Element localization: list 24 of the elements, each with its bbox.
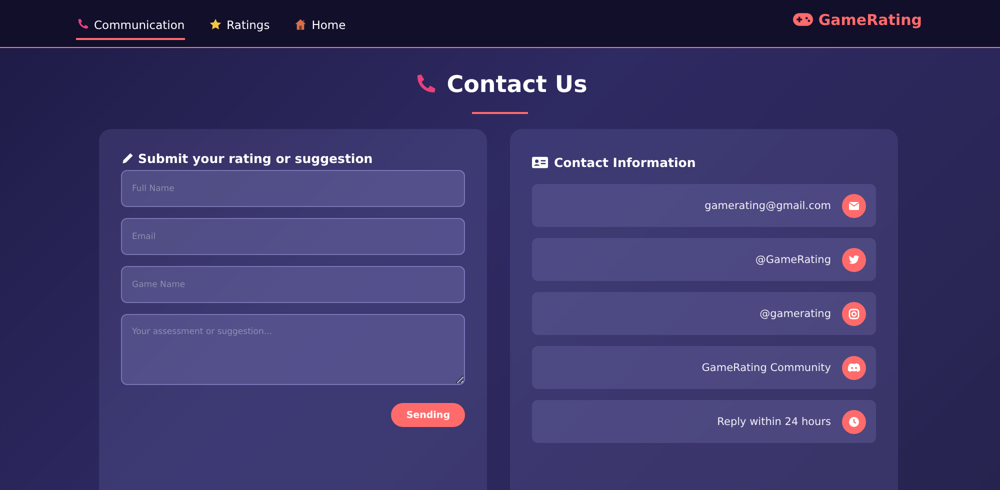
logo[interactable]: GameRating: [793, 10, 922, 28]
phone-icon: [76, 18, 89, 31]
logo-text: GameRating: [818, 10, 922, 28]
contact-text: gamerating@gmail.com: [704, 200, 831, 212]
bird-icon[interactable]: [842, 248, 866, 272]
form-title: Submit your rating or suggestion: [138, 151, 373, 166]
id-card-icon: [532, 156, 548, 169]
envelope-icon[interactable]: [842, 194, 866, 218]
camera-icon[interactable]: [842, 302, 866, 326]
nav-link[interactable]: Home: [294, 12, 346, 40]
nav-link[interactable]: Ratings: [208, 12, 270, 40]
pencil-icon: [121, 152, 134, 165]
controller-icon[interactable]: [842, 356, 866, 380]
contact-text: GameRating Community: [702, 362, 831, 374]
nav-link[interactable]: Communication: [76, 12, 185, 40]
star-icon: [208, 18, 222, 31]
clock-icon[interactable]: [842, 410, 866, 434]
gamepad-icon: [793, 13, 814, 26]
contact-title: Contact Information: [554, 155, 696, 170]
house-icon: [294, 18, 307, 31]
contact-text: Reply within 24 hours: [717, 416, 831, 428]
page-title: Contact Us: [446, 72, 588, 98]
contact-text: @GameRating: [755, 254, 831, 266]
contact-text: @gamerating: [760, 308, 831, 320]
